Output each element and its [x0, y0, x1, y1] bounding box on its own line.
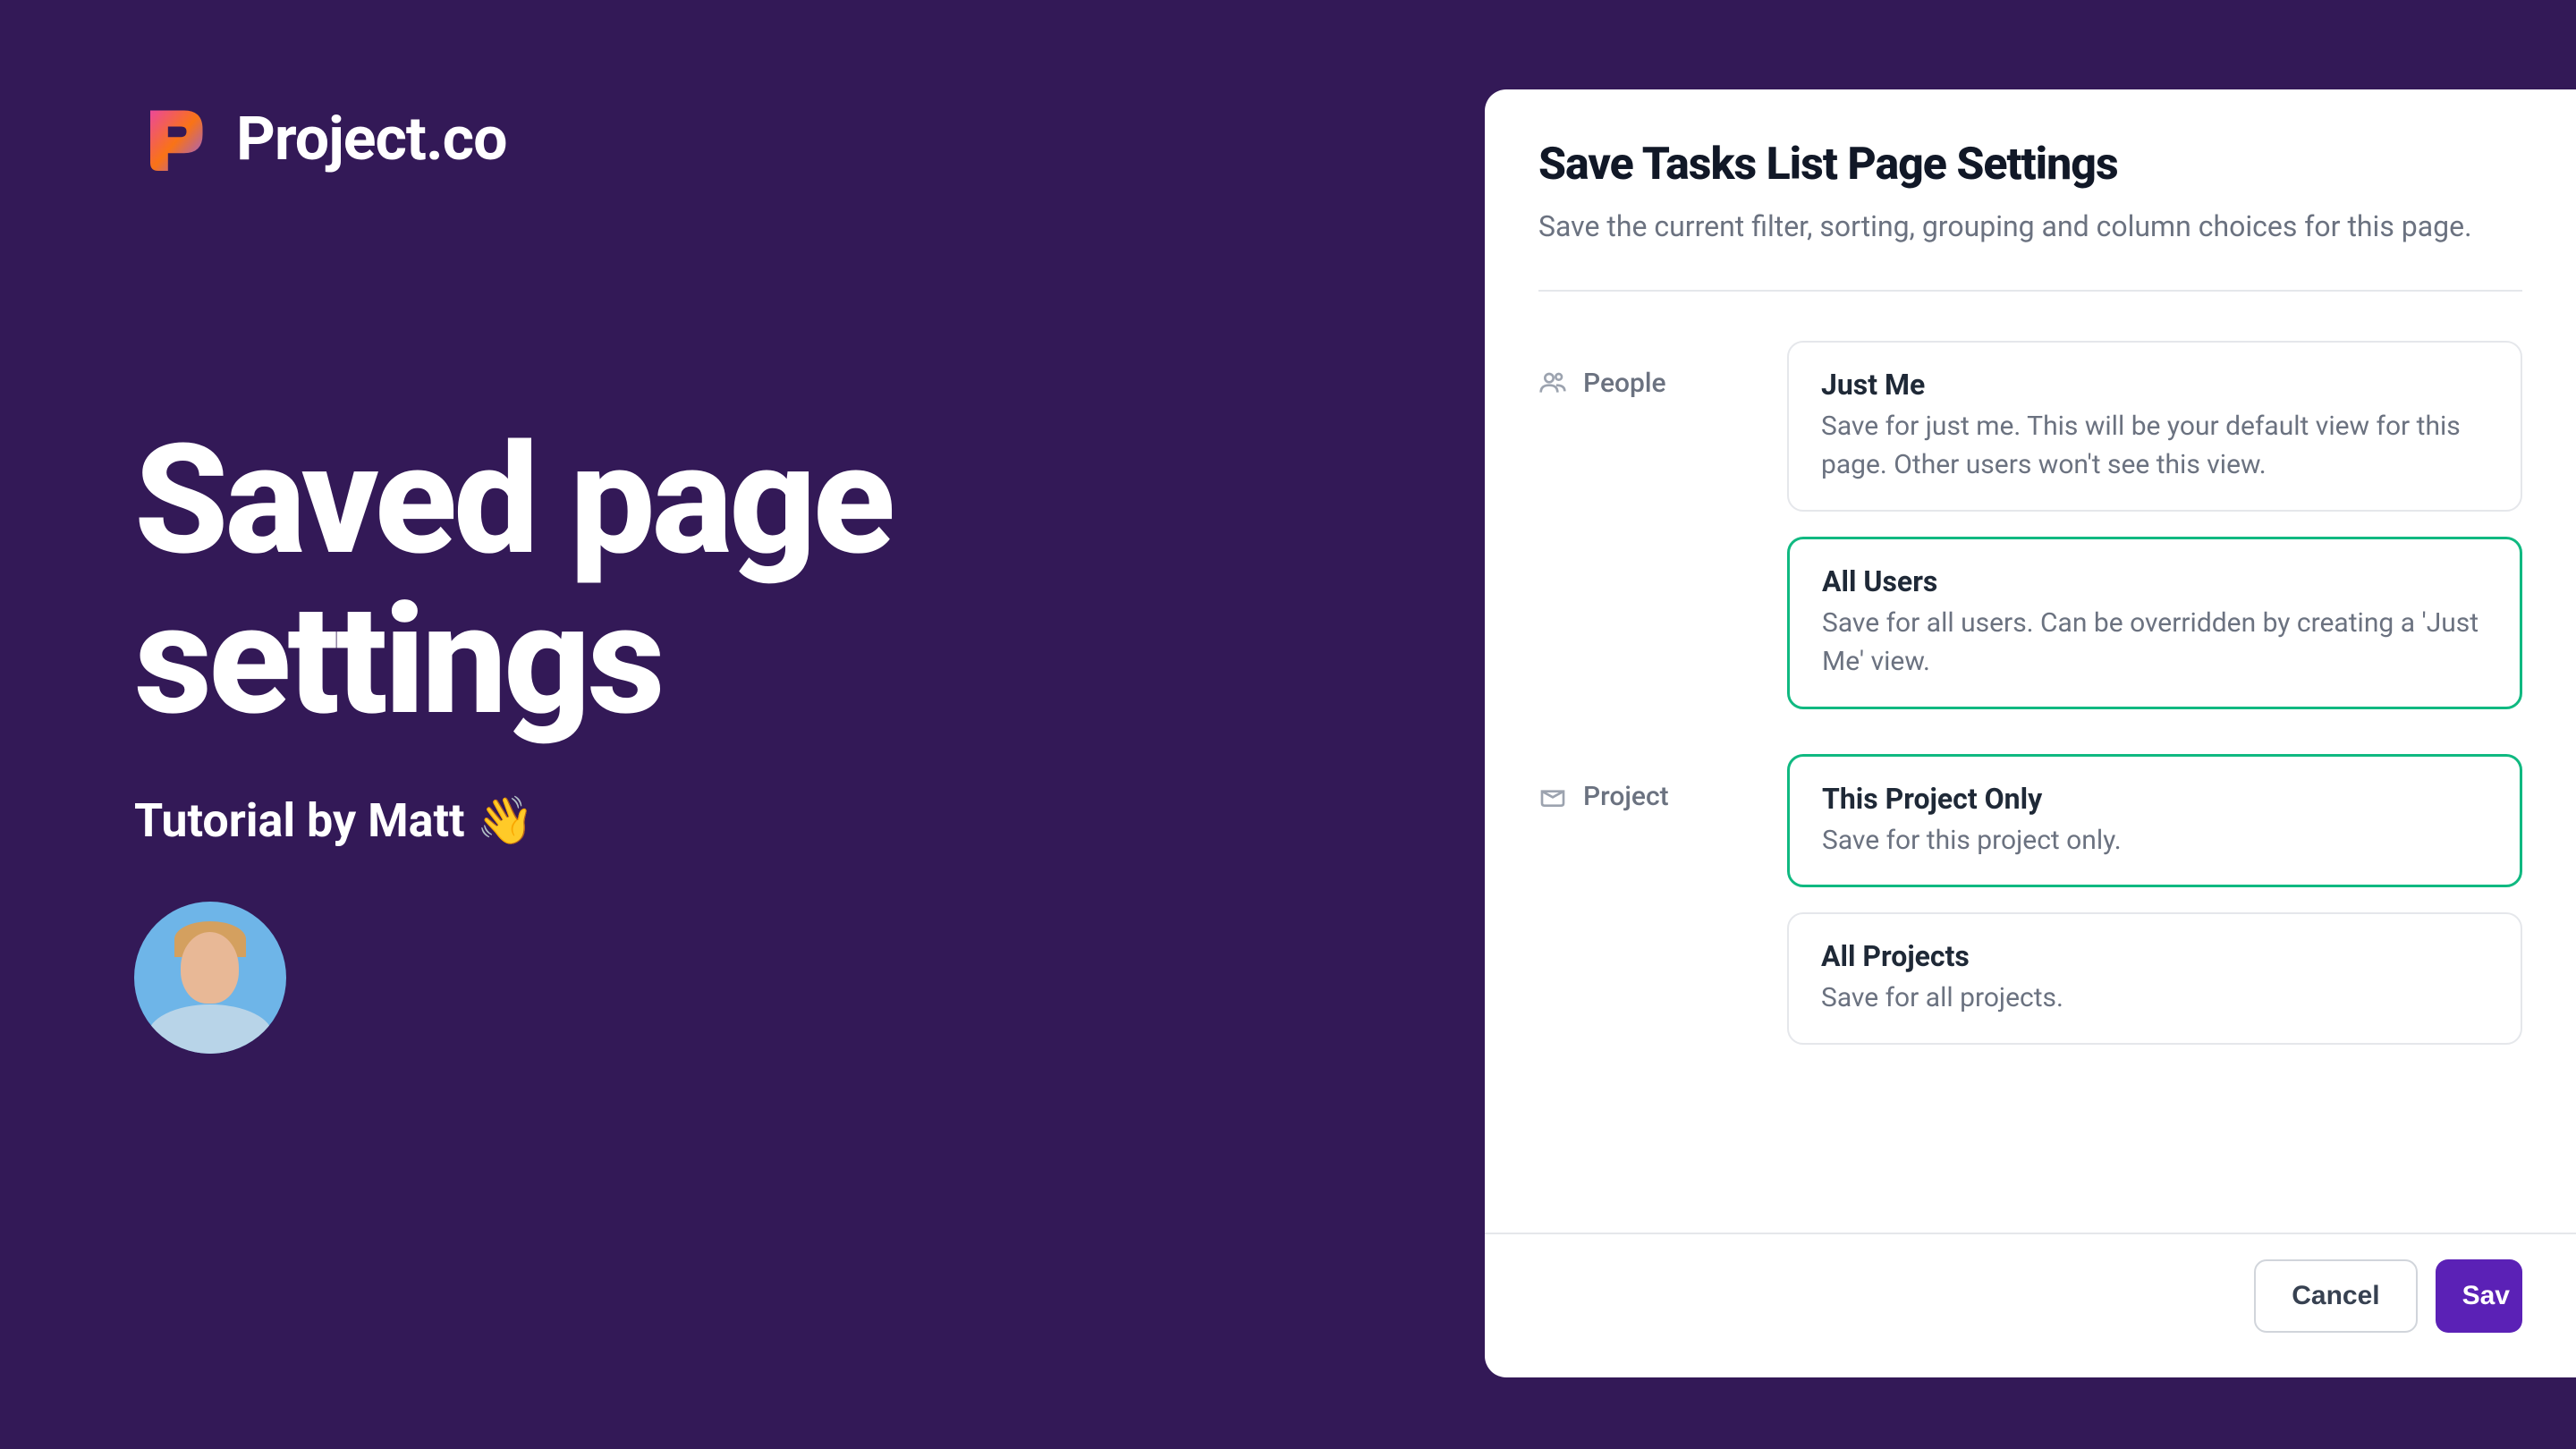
page-title: Saved page settings [134, 420, 892, 740]
footer-divider [1485, 1233, 2576, 1234]
divider [1538, 290, 2522, 292]
author-avatar [134, 902, 286, 1054]
option-this-project[interactable]: This Project Only Save for this project … [1787, 754, 2522, 888]
people-icon [1538, 369, 1567, 397]
option-title: This Project Only [1822, 782, 2487, 816]
people-section: People Just Me Save for just me. This wi… [1538, 341, 2522, 709]
project-section: Project This Project Only Save for this … [1538, 754, 2522, 1045]
brand-logo: Project.co [134, 98, 892, 179]
cancel-button[interactable]: Cancel [2254, 1259, 2417, 1333]
modal-subtitle: Save the current filter, sorting, groupi… [1538, 207, 2522, 247]
option-just-me[interactable]: Just Me Save for just me. This will be y… [1787, 341, 2522, 512]
option-desc: Save for this project only. [1822, 821, 2487, 860]
option-all-users[interactable]: All Users Save for all users. Can be ove… [1787, 537, 2522, 709]
wave-icon: 👋 [477, 793, 535, 848]
project-label: Project [1583, 781, 1669, 812]
option-desc: Save for all users. Can be overridden by… [1822, 604, 2487, 682]
people-label: People [1583, 368, 1666, 399]
option-all-projects[interactable]: All Projects Save for all projects. [1787, 912, 2522, 1045]
option-desc: Save for all projects. [1821, 979, 2488, 1018]
project-icon [1538, 782, 1567, 810]
option-title: All Users [1822, 564, 2487, 598]
option-title: All Projects [1821, 939, 2488, 973]
brand-name: Project.co [236, 103, 506, 174]
save-button[interactable]: Sav [2436, 1259, 2522, 1333]
option-desc: Save for just me. This will be your defa… [1821, 407, 2488, 485]
modal-title: Save Tasks List Page Settings [1538, 139, 2522, 191]
project-logo-icon [134, 98, 215, 179]
save-settings-modal: Save Tasks List Page Settings Save the c… [1485, 89, 2576, 1377]
tutorial-byline: Tutorial by Matt 👋 [134, 793, 892, 848]
option-title: Just Me [1821, 368, 2488, 402]
